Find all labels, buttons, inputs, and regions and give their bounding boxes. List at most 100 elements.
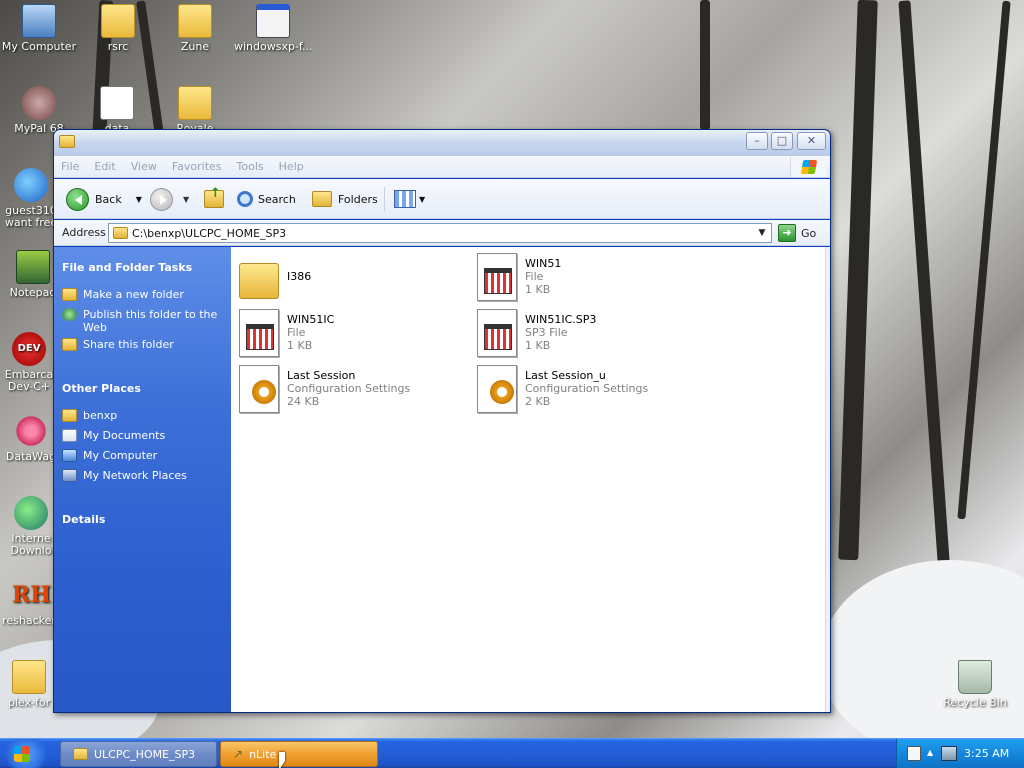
forward-button[interactable]: ▼ xyxy=(150,187,189,211)
back-button[interactable]: Back ▼ xyxy=(66,187,142,211)
file-item-last-session[interactable]: Last Session Configuration Settings 24 K… xyxy=(239,365,410,413)
folder-icon xyxy=(113,227,128,239)
system-tray: ▲ 3:25 AM xyxy=(896,739,1024,768)
start-button[interactable] xyxy=(0,739,52,768)
system-file-icon xyxy=(239,309,279,357)
taskbar-button-explorer[interactable]: ULCPC_HOME_SP3 xyxy=(60,741,217,767)
up-folder-icon: ↑ xyxy=(204,186,224,208)
taskbar-button-nlite[interactable]: ↗ nLite xyxy=(220,741,378,767)
windows-logo-icon xyxy=(790,157,826,177)
window-shortcut-icon xyxy=(256,4,290,38)
desktop-icon-recycle-bin[interactable]: Recycle Bin xyxy=(936,660,1014,709)
file-item-win51ic-sp3[interactable]: WIN51IC.SP3 SP3 File 1 KB xyxy=(477,309,596,357)
publish-web-icon xyxy=(62,308,77,321)
toolbar: Back ▼ ▼ ↑ Search Folders ▼ xyxy=(54,179,830,219)
menu-favorites[interactable]: Favorites xyxy=(165,156,230,173)
my-computer-icon xyxy=(22,4,56,38)
menu-file[interactable]: File xyxy=(54,156,87,173)
system-file-icon xyxy=(477,309,517,357)
go-button[interactable]: ➜ Go xyxy=(778,223,816,243)
zipped-folder-icon xyxy=(12,660,46,694)
toolbar-separator xyxy=(384,187,385,211)
share-folder-icon xyxy=(62,338,77,351)
file-item-win51ic[interactable]: WIN51IC File 1 KB xyxy=(239,309,334,357)
menu-help[interactable]: Help xyxy=(272,156,312,173)
share-folder-link[interactable]: Share this folder xyxy=(62,338,227,351)
mouse-cursor-icon xyxy=(279,752,285,768)
folder-icon xyxy=(59,135,75,148)
menu-view[interactable]: View xyxy=(124,156,165,173)
reshacker-icon: RH xyxy=(12,582,52,608)
publish-folder-link[interactable]: Publish this folder to the Web xyxy=(62,308,227,334)
data-file-icon xyxy=(100,86,134,120)
file-item-win51[interactable]: WIN51 File 1 KB xyxy=(477,253,561,301)
clock[interactable]: 3:25 AM xyxy=(964,747,1009,760)
file-item-last-session-u[interactable]: Last Session_u Configuration Settings 2 … xyxy=(477,365,648,413)
desktop-icon-royale[interactable]: Royale xyxy=(156,86,234,135)
folder-icon xyxy=(62,409,77,422)
system-file-icon xyxy=(477,253,517,301)
config-file-icon xyxy=(239,365,279,413)
desktop-icon-zune[interactable]: Zune xyxy=(156,4,234,53)
back-arrow-icon xyxy=(66,187,89,211)
menu-edit[interactable]: Edit xyxy=(87,156,123,173)
make-new-folder-link[interactable]: Make a new folder xyxy=(62,288,227,301)
chevron-down-icon: ▼ xyxy=(419,194,426,204)
minimize-button[interactable]: – xyxy=(746,132,768,150)
title-bar[interactable]: – □ ✕ xyxy=(54,130,830,156)
address-input[interactable]: C:\benxp\ULCPC_HOME_SP3 ▼ xyxy=(108,223,772,243)
network-status-icon[interactable] xyxy=(941,746,957,761)
up-folder-button[interactable]: ↑ xyxy=(204,186,224,211)
recycle-bin-icon xyxy=(958,660,992,694)
taskbar: ULCPC_HOME_SP3 ↗ nLite ▲ 3:25 AM xyxy=(0,738,1024,768)
vertical-scrollbar[interactable] xyxy=(825,247,830,712)
folders-button[interactable]: Folders xyxy=(312,187,378,211)
dev-cpp-icon: DEV xyxy=(12,332,46,366)
desktop-icon-my-computer[interactable]: My Computer xyxy=(0,4,78,53)
folders-icon xyxy=(312,191,332,207)
chevron-down-icon: ▼ xyxy=(183,194,190,204)
folder-icon xyxy=(101,4,135,38)
views-icon xyxy=(394,190,416,208)
other-place-benxp[interactable]: benxp xyxy=(62,409,227,422)
views-button[interactable]: ▼ xyxy=(394,187,425,211)
other-places-header[interactable]: Other Places xyxy=(62,382,141,395)
search-icon xyxy=(237,191,253,207)
close-button[interactable]: ✕ xyxy=(797,132,826,150)
other-place-my-computer[interactable]: My Computer xyxy=(62,449,227,462)
desktop-icon-windowsxp[interactable]: windowsxp-f... xyxy=(234,4,312,53)
file-folder-tasks-header[interactable]: File and Folder Tasks xyxy=(62,261,192,274)
keyboard-icon[interactable] xyxy=(907,746,921,761)
notepad-icon xyxy=(16,250,50,284)
desktop-icon-rsrc[interactable]: rsrc xyxy=(78,4,158,53)
forward-arrow-icon xyxy=(150,187,173,211)
show-hidden-icons-arrow-icon[interactable]: ▲ xyxy=(927,748,933,757)
windows-logo-icon xyxy=(14,746,30,762)
other-place-my-documents[interactable]: My Documents xyxy=(62,429,227,442)
explorer-window: – □ ✕ File Edit View Favorites Tools Help Bac… xyxy=(53,129,831,713)
network-places-icon xyxy=(62,469,77,482)
go-arrow-icon: ➜ xyxy=(778,224,796,242)
search-button[interactable]: Search xyxy=(237,187,296,211)
my-documents-icon xyxy=(62,429,77,442)
nlite-icon: ↗ xyxy=(233,747,244,761)
chevron-down-icon[interactable]: ▼ xyxy=(754,225,770,241)
zipped-folder-icon xyxy=(178,86,212,120)
details-header[interactable]: Details xyxy=(62,513,105,526)
menu-bar: File Edit View Favorites Tools Help xyxy=(54,156,830,178)
address-label: Address xyxy=(62,226,106,239)
datawag-icon xyxy=(14,414,48,448)
folder-icon xyxy=(73,748,88,760)
file-list: I386 WIN51 File 1 KB WIN51IC File 1 KB W… xyxy=(231,247,830,712)
chrome-shortcut-icon xyxy=(14,168,48,202)
config-file-icon xyxy=(477,365,517,413)
new-folder-icon xyxy=(62,288,77,301)
other-place-my-network[interactable]: My Network Places xyxy=(62,469,227,482)
menu-tools[interactable]: Tools xyxy=(230,156,272,173)
desktop-icon-mypal[interactable]: MyPal 68 xyxy=(0,86,78,135)
maximize-button[interactable]: □ xyxy=(771,132,793,150)
file-item-i386[interactable]: I386 xyxy=(239,255,311,299)
desktop-icon-data[interactable]: data xyxy=(78,86,156,135)
chevron-down-icon: ▼ xyxy=(135,194,142,204)
address-bar: Address C:\benxp\ULCPC_HOME_SP3 ▼ ➜ Go xyxy=(54,220,830,246)
